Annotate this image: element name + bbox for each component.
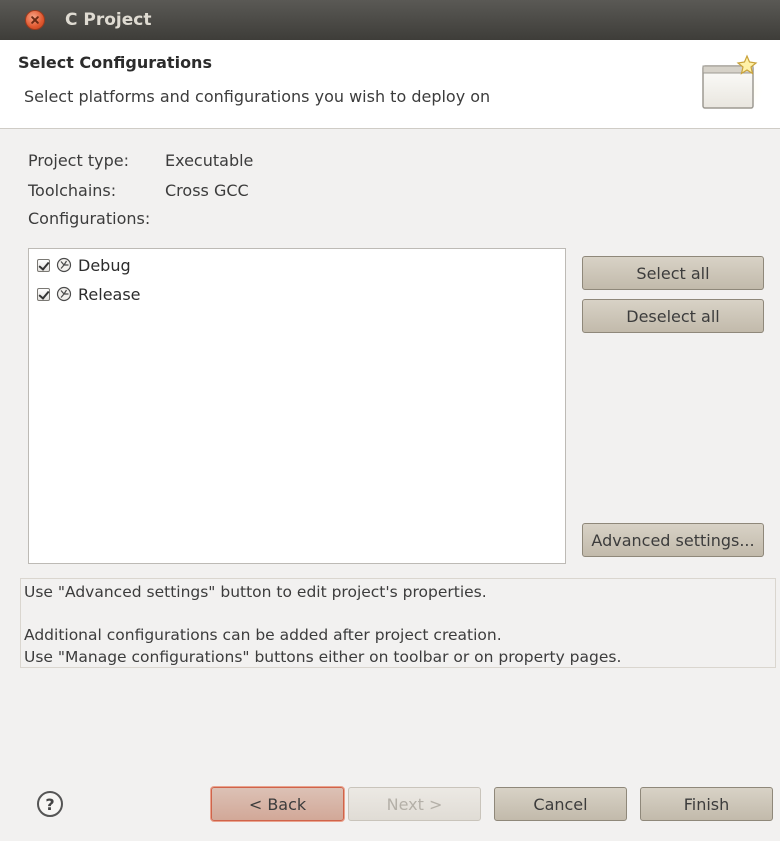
config-label-debug: Debug [78, 255, 131, 275]
configurations-list[interactable]: Debug Release [28, 248, 566, 564]
build-config-icon [56, 257, 72, 273]
project-type-value: Executable [165, 151, 254, 170]
deselect-all-button[interactable]: Deselect all [582, 299, 764, 333]
toolchains-label: Toolchains: [28, 181, 117, 200]
window-titlebar: C Project [0, 0, 780, 40]
page-description: Select platforms and configurations you … [24, 87, 491, 106]
next-button[interactable]: Next > [348, 787, 481, 821]
info-message-box: Use "Advanced settings" button to edit p… [20, 578, 776, 668]
debug-checkbox[interactable] [37, 258, 50, 272]
page-title: Select Configurations [18, 53, 212, 72]
configurations-label: Configurations: [28, 209, 151, 228]
finish-button[interactable]: Finish [640, 787, 773, 821]
close-window-button[interactable] [25, 10, 45, 30]
message-additional-configs: Additional configurations can be added a… [24, 626, 502, 644]
project-type-label: Project type: [28, 151, 129, 170]
window-title: C Project [65, 10, 152, 30]
release-checkbox[interactable] [37, 287, 50, 301]
config-item-release[interactable]: Release [37, 283, 141, 305]
wizard-banner-icon [702, 54, 762, 114]
message-advanced-settings: Use "Advanced settings" button to edit p… [24, 583, 487, 601]
select-all-button[interactable]: Select all [582, 256, 764, 290]
config-label-release: Release [78, 284, 141, 304]
message-manage-configs: Use "Manage configurations" buttons eith… [24, 648, 622, 666]
wizard-header: Select Configurations Select platforms a… [0, 40, 780, 129]
help-button[interactable]: ? [37, 791, 63, 817]
toolchains-value: Cross GCC [165, 181, 249, 200]
advanced-settings-button[interactable]: Advanced settings... [582, 523, 764, 557]
config-item-debug[interactable]: Debug [37, 254, 131, 276]
cancel-button[interactable]: Cancel [494, 787, 627, 821]
build-config-icon [56, 286, 72, 302]
back-button[interactable]: < Back [211, 787, 344, 821]
